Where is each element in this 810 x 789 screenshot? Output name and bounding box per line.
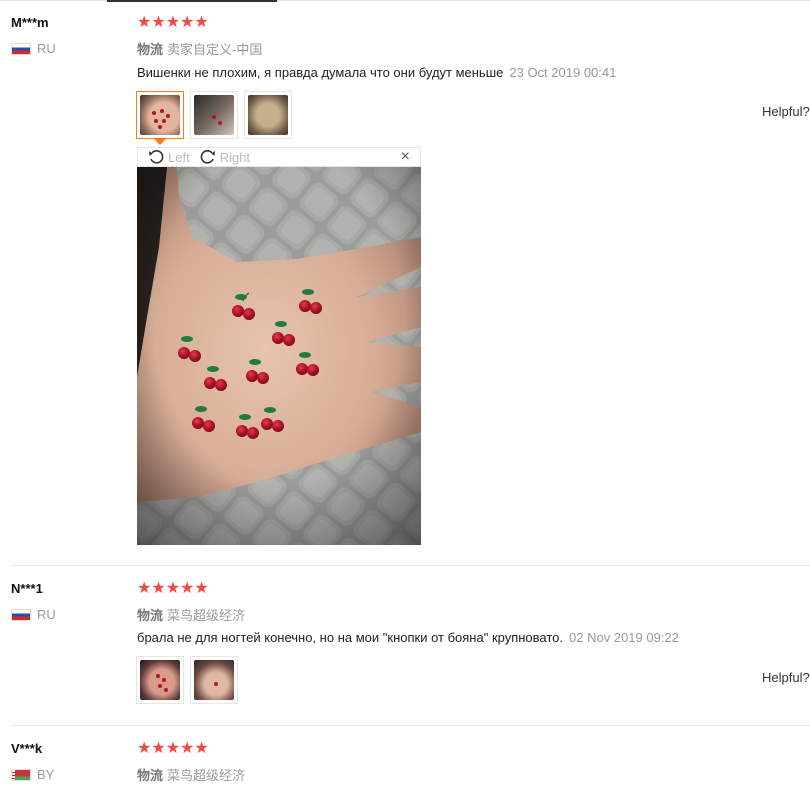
- rotate-right-label: Right: [219, 149, 251, 165]
- belarus-flag-icon: [11, 768, 31, 781]
- logistics-label: 物流: [137, 42, 164, 57]
- russia-flag-icon: [11, 42, 31, 55]
- logistics-info: 物流 卖家自定义-中国: [137, 39, 262, 58]
- review-photos: [136, 91, 292, 145]
- review-photo-thumb[interactable]: [136, 656, 184, 704]
- rotate-left-icon: [149, 150, 164, 164]
- country-code: RU: [37, 607, 56, 622]
- logistics-value: 菜鸟超级经济: [167, 768, 246, 783]
- review-photo-thumb[interactable]: [136, 91, 184, 145]
- logistics-value: 卖家自定义-中国: [167, 42, 263, 57]
- rating-stars: ★★★★★: [137, 580, 209, 597]
- reviewer-country: RU: [11, 41, 56, 56]
- review-photo-thumb[interactable]: [190, 656, 238, 704]
- active-tab-indicator: [107, 0, 277, 2]
- photo-thumbnail-cherries-hand: [140, 95, 180, 135]
- review-text: Вишенки не плохим, я правда думала что о…: [137, 65, 504, 80]
- review-divider: [11, 565, 810, 566]
- review-text-line: брала не для ногтей конечно, но на мои "…: [137, 630, 679, 645]
- logistics-info: 物流 菜鸟超级经济: [137, 605, 245, 624]
- photo-thumbnail-fingers: [194, 660, 234, 700]
- reviewer-country: RU: [11, 607, 56, 622]
- country-code: RU: [37, 41, 56, 56]
- logistics-label: 物流: [137, 608, 164, 623]
- review-date: 02 Nov 2019 09:22: [569, 630, 679, 645]
- image-viewer-toolbar: Left Right ×: [137, 147, 421, 167]
- review-divider: [11, 725, 810, 726]
- helpful-button[interactable]: Helpful?: [762, 104, 810, 119]
- review-photo-thumb[interactable]: [190, 91, 238, 139]
- reviewer-country: BY: [11, 767, 54, 782]
- reviewer-name: N***1: [11, 581, 43, 596]
- rating-stars: ★★★★★: [137, 14, 209, 31]
- rotate-left-label: Left: [168, 149, 190, 165]
- review-text-line: Вишенки не плохим, я правда думала что о…: [137, 65, 616, 80]
- review-date: 23 Oct 2019 00:41: [509, 65, 617, 80]
- reviewer-name: M***m: [11, 15, 49, 30]
- photo-thumbnail-package: [194, 95, 234, 135]
- review-photo-large: [137, 167, 421, 545]
- reviewer-name: V***k: [11, 741, 43, 756]
- review-photo-thumb[interactable]: [244, 91, 292, 139]
- photo-cherries-on-palm: [137, 167, 421, 545]
- reviews-page: M***m RU ★★★★★ 物流 卖家自定义-中国 Вишенки не пло…: [0, 0, 810, 789]
- russia-flag-icon: [11, 608, 31, 621]
- photo-thumbnail-bag: [248, 95, 288, 135]
- review-text: брала не для ногтей конечно, но на мои "…: [137, 630, 564, 645]
- rotate-left-button[interactable]: Left: [148, 149, 190, 165]
- rotate-right-icon: [200, 150, 215, 164]
- country-code: BY: [37, 767, 55, 782]
- logistics-info: 物流 菜鸟超级经济: [137, 765, 245, 784]
- rating-stars: ★★★★★: [137, 740, 209, 757]
- review-photos: [136, 656, 238, 704]
- logistics-label: 物流: [137, 768, 164, 783]
- logistics-value: 菜鸟超级经济: [167, 608, 246, 623]
- helpful-button[interactable]: Helpful?: [762, 670, 810, 685]
- rotate-right-button[interactable]: Right: [200, 149, 250, 165]
- photo-thumbnail-cherries-hand: [140, 660, 180, 700]
- close-icon[interactable]: ×: [401, 148, 410, 166]
